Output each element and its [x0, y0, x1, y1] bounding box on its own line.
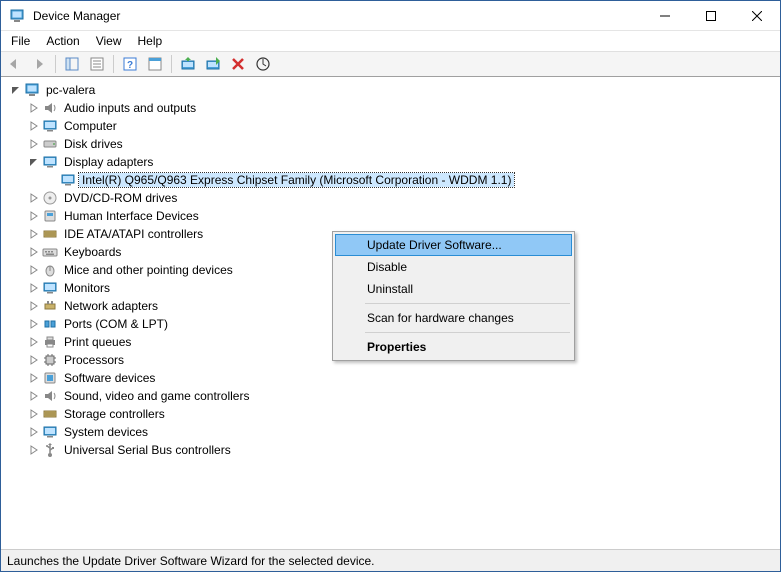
- expander-icon[interactable]: [27, 101, 41, 115]
- expander-icon[interactable]: [27, 425, 41, 439]
- ctx-separator: [365, 303, 570, 304]
- device-tree-panel[interactable]: pc-valera Audio inputs and outputs Compu…: [1, 77, 780, 549]
- expander-icon[interactable]: [9, 83, 23, 97]
- ctx-scan[interactable]: Scan for hardware changes: [335, 307, 572, 329]
- tree-item-label[interactable]: Audio inputs and outputs: [61, 101, 199, 115]
- tree-item-label[interactable]: Mice and other pointing devices: [61, 263, 236, 277]
- update-driver-button[interactable]: [177, 53, 199, 75]
- tree-item-label[interactable]: Ports (COM & LPT): [61, 317, 171, 331]
- tree-item-label[interactable]: Human Interface Devices: [61, 209, 202, 223]
- processor-icon: [42, 352, 58, 368]
- expander-icon[interactable]: [27, 137, 41, 151]
- status-text: Launches the Update Driver Software Wiza…: [7, 554, 375, 568]
- tree-item-label[interactable]: Sound, video and game controllers: [61, 389, 252, 403]
- expander-icon[interactable]: [27, 443, 41, 457]
- toolbar-separator: [113, 55, 114, 73]
- system-device-icon: [42, 424, 58, 440]
- tree-root-label[interactable]: pc-valera: [43, 83, 98, 97]
- toolbar: ?: [1, 51, 780, 77]
- expander-icon[interactable]: [27, 209, 41, 223]
- sound-icon: [42, 388, 58, 404]
- titlebar: Device Manager: [1, 1, 780, 31]
- expander-icon[interactable]: [27, 389, 41, 403]
- software-device-icon: [42, 370, 58, 386]
- tree-item-label[interactable]: Network adapters: [61, 299, 161, 313]
- tree-item-label[interactable]: Display adapters: [61, 155, 156, 169]
- ctx-uninstall[interactable]: Uninstall: [335, 278, 572, 300]
- ide-icon: [42, 226, 58, 242]
- tree-item-label[interactable]: Processors: [61, 353, 127, 367]
- dvd-icon: [42, 190, 58, 206]
- ctx-separator: [365, 332, 570, 333]
- hid-icon: [42, 208, 58, 224]
- status-bar: Launches the Update Driver Software Wiza…: [1, 549, 780, 571]
- tree-item-label[interactable]: System devices: [61, 425, 151, 439]
- expander-icon[interactable]: [27, 155, 41, 169]
- expander-icon[interactable]: [27, 119, 41, 133]
- expander-icon[interactable]: [27, 263, 41, 277]
- storage-icon: [42, 406, 58, 422]
- tree-item-label[interactable]: Software devices: [61, 371, 158, 385]
- expander-icon[interactable]: [27, 191, 41, 205]
- menu-action[interactable]: Action: [38, 32, 87, 50]
- tree-item-label[interactable]: Print queues: [61, 335, 134, 349]
- tree-item-label[interactable]: Monitors: [61, 281, 113, 295]
- ctx-update-driver[interactable]: Update Driver Software...: [335, 234, 572, 256]
- menubar: File Action View Help: [1, 31, 780, 51]
- ctx-disable[interactable]: Disable: [335, 256, 572, 278]
- tree-item-label[interactable]: DVD/CD-ROM drives: [61, 191, 180, 205]
- show-hide-tree-button[interactable]: [61, 53, 83, 75]
- disk-icon: [42, 136, 58, 152]
- network-icon: [42, 298, 58, 314]
- expander-icon[interactable]: [27, 227, 41, 241]
- tree-item-label[interactable]: Storage controllers: [61, 407, 168, 421]
- audio-icon: [42, 100, 58, 116]
- expander-icon[interactable]: [27, 371, 41, 385]
- menu-file[interactable]: File: [3, 32, 38, 50]
- toolbar-separator: [55, 55, 56, 73]
- monitor-icon: [42, 280, 58, 296]
- mouse-icon: [42, 262, 58, 278]
- forward-button[interactable]: [28, 53, 50, 75]
- ctx-properties[interactable]: Properties: [335, 336, 572, 358]
- close-button[interactable]: [734, 1, 780, 31]
- toolbar-separator: [171, 55, 172, 73]
- expander-icon[interactable]: [27, 353, 41, 367]
- disable-button[interactable]: [202, 53, 224, 75]
- scan-hardware-button[interactable]: [252, 53, 274, 75]
- tree-item-label[interactable]: Universal Serial Bus controllers: [61, 443, 234, 457]
- printer-icon: [42, 334, 58, 350]
- computer-root-icon: [24, 82, 40, 98]
- menu-view[interactable]: View: [88, 32, 130, 50]
- usb-icon: [42, 442, 58, 458]
- back-button[interactable]: [3, 53, 25, 75]
- tree-item-label[interactable]: Disk drives: [61, 137, 126, 151]
- selected-device-label[interactable]: Intel(R) Q965/Q963 Express Chipset Famil…: [79, 173, 514, 187]
- maximize-button[interactable]: [688, 1, 734, 31]
- expander-icon[interactable]: [27, 281, 41, 295]
- expander-icon[interactable]: [27, 317, 41, 331]
- uninstall-button[interactable]: [227, 53, 249, 75]
- action-button[interactable]: [144, 53, 166, 75]
- properties-button[interactable]: [86, 53, 108, 75]
- app-icon: [9, 8, 25, 24]
- expander-icon[interactable]: [27, 335, 41, 349]
- display-adapter-icon: [60, 172, 76, 188]
- window-title: Device Manager: [33, 9, 120, 23]
- expander-icon[interactable]: [27, 407, 41, 421]
- tree-item-label[interactable]: IDE ATA/ATAPI controllers: [61, 227, 206, 241]
- tree-item-label[interactable]: Computer: [61, 119, 120, 133]
- display-adapter-icon: [42, 154, 58, 170]
- keyboard-icon: [42, 244, 58, 260]
- minimize-button[interactable]: [642, 1, 688, 31]
- tree-item-label[interactable]: Keyboards: [61, 245, 124, 259]
- context-menu: Update Driver Software... Disable Uninst…: [332, 231, 575, 361]
- ports-icon: [42, 316, 58, 332]
- expander-icon[interactable]: [27, 299, 41, 313]
- expander-icon[interactable]: [27, 245, 41, 259]
- menu-help[interactable]: Help: [130, 32, 171, 50]
- computer-icon: [42, 118, 58, 134]
- svg-text:?: ?: [127, 60, 133, 71]
- help-button[interactable]: ?: [119, 53, 141, 75]
